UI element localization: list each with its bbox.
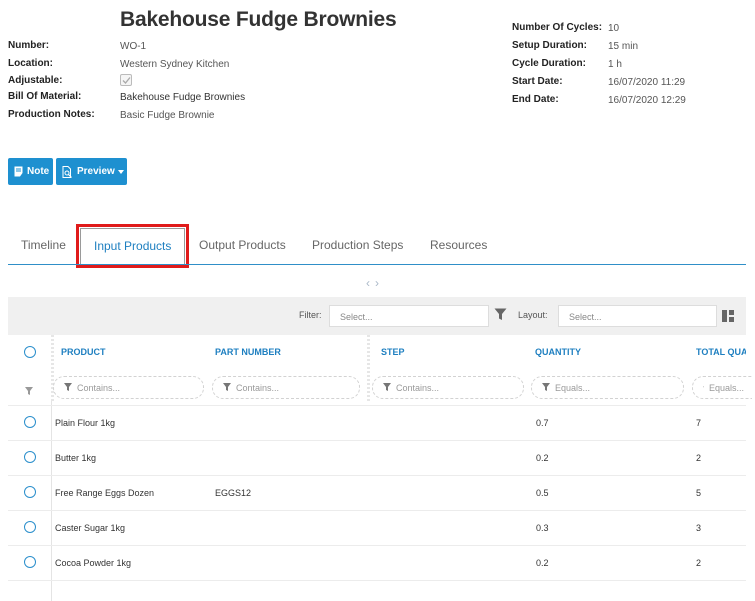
cycle-duration-value: 1 h [608, 59, 622, 70]
grid-toolbar: Filter: Select... Layout: Select... [8, 297, 746, 335]
cell-total-quantity: 2 [696, 453, 702, 463]
note-button[interactable]: Note [8, 158, 53, 185]
start-date-label: Start Date: [512, 76, 563, 87]
adjustable-label: Adjustable: [8, 75, 63, 86]
row-select-radio[interactable] [24, 486, 36, 498]
cell-total-quantity: 3 [696, 523, 702, 533]
cell-product: Butter 1kg [55, 453, 97, 463]
cell-product: Caster Sugar 1kg [55, 523, 126, 533]
funnel-icon [703, 386, 704, 388]
cell-part-number: EGGS12 [215, 488, 252, 498]
column-header-step[interactable]: STEP [381, 347, 405, 357]
funnel-icon [223, 383, 231, 391]
end-date-label: End Date: [512, 94, 559, 105]
filter-select[interactable]: Select... [329, 305, 489, 327]
bom-link[interactable]: Bakehouse Fudge Brownies [120, 92, 245, 103]
chevron-right-icon[interactable]: › [375, 276, 384, 290]
step-filter-input[interactable]: Contains... [372, 376, 524, 399]
quantity-filter-input[interactable]: Equals... [531, 376, 684, 399]
column-header-product[interactable]: PRODUCT [61, 347, 106, 357]
bom-label: Bill Of Material: [8, 91, 82, 102]
tab-production-steps[interactable]: Production Steps [312, 238, 403, 252]
cell-total-quantity: 2 [696, 558, 702, 568]
cell-quantity: 0.7 [536, 418, 549, 428]
row-divider [8, 545, 746, 546]
preview-icon [62, 165, 73, 178]
row-select-radio[interactable] [24, 556, 36, 568]
location-value: Western Sydney Kitchen [120, 59, 230, 70]
tabs-underline [8, 264, 746, 265]
layout-label: Layout: [518, 310, 548, 320]
row-select-radio[interactable] [24, 521, 36, 533]
layout-icon[interactable] [722, 309, 734, 327]
production-notes-label: Production Notes: [8, 109, 95, 120]
part-number-filter-input[interactable]: Contains... [212, 376, 360, 399]
part-number-filter-placeholder: Contains... [236, 383, 280, 393]
adjustable-checkbox [120, 74, 132, 86]
cycles-value: 10 [608, 23, 620, 34]
production-notes-value: Basic Fudge Brownie [120, 110, 215, 121]
funnel-icon [64, 383, 72, 391]
cell-product: Plain Flour 1kg [55, 418, 116, 428]
setup-duration-value: 15 min [608, 41, 639, 52]
cell-total-quantity: 7 [696, 418, 702, 428]
cycle-duration-label: Cycle Duration: [512, 58, 586, 69]
start-date-value: 16/07/2020 11:29 [608, 77, 686, 88]
cell-total-quantity: 5 [696, 488, 702, 498]
column-resize-handle[interactable] [367, 335, 370, 401]
funnel-icon [542, 383, 550, 391]
tab-output-products[interactable]: Output Products [199, 238, 286, 252]
quantity-filter-placeholder: Equals... [555, 383, 591, 393]
tab-timeline[interactable]: Timeline [21, 238, 66, 252]
product-filter-placeholder: Contains... [77, 383, 121, 393]
total-quantity-filter-placeholder: Equals... [708, 383, 744, 393]
row-divider [8, 510, 746, 511]
row-divider [8, 580, 746, 581]
preview-button-label: Preview [77, 166, 115, 177]
filter-label: Filter: [299, 310, 322, 320]
filter-row-funnel-icon [25, 382, 33, 400]
column-header-part-number[interactable]: PART NUMBER [215, 347, 281, 357]
chevron-left-icon[interactable]: ‹ [366, 276, 375, 290]
row-select-radio[interactable] [24, 416, 36, 428]
layout-select[interactable]: Select... [558, 305, 717, 327]
tab-input-products[interactable]: Input Products [94, 239, 171, 253]
row-divider [8, 475, 746, 476]
note-icon [14, 166, 23, 177]
step-filter-placeholder: Contains... [396, 383, 440, 393]
end-date-value: 16/07/2020 12:29 [608, 95, 686, 106]
tab-scroll-arrows[interactable]: ‹› [366, 276, 384, 290]
column-header-quantity[interactable]: QUANTITY [535, 347, 581, 357]
select-all-radio[interactable] [24, 346, 36, 358]
cell-quantity: 0.3 [536, 523, 549, 533]
cell-product: Free Range Eggs Dozen [55, 488, 155, 498]
total-quantity-filter-input[interactable]: Equals... [692, 376, 752, 399]
cycles-label: Number Of Cycles: [512, 22, 603, 33]
row-select-radio[interactable] [24, 451, 36, 463]
cell-quantity: 0.5 [536, 488, 549, 498]
check-icon [122, 77, 131, 84]
location-label: Location: [8, 58, 53, 69]
page-title: Bakehouse Fudge Brownies [120, 8, 397, 31]
filter-funnel-icon[interactable] [494, 308, 507, 326]
cell-product: Cocoa Powder 1kg [55, 558, 132, 568]
product-filter-input[interactable]: Contains... [53, 376, 204, 399]
number-label: Number: [8, 40, 50, 51]
setup-duration-label: Setup Duration: [512, 40, 587, 51]
row-divider [8, 440, 746, 441]
note-button-label: Note [27, 166, 50, 177]
column-header-total-quantity[interactable]: TOTAL QUAN [696, 347, 746, 357]
row-divider [8, 405, 746, 406]
cell-quantity: 0.2 [536, 453, 549, 463]
chevron-down-icon [117, 169, 124, 174]
number-value: WO-1 [120, 41, 147, 52]
preview-button[interactable]: Preview [56, 158, 127, 185]
cell-quantity: 0.2 [536, 558, 549, 568]
funnel-icon [383, 383, 391, 391]
tab-resources[interactable]: Resources [430, 238, 487, 252]
